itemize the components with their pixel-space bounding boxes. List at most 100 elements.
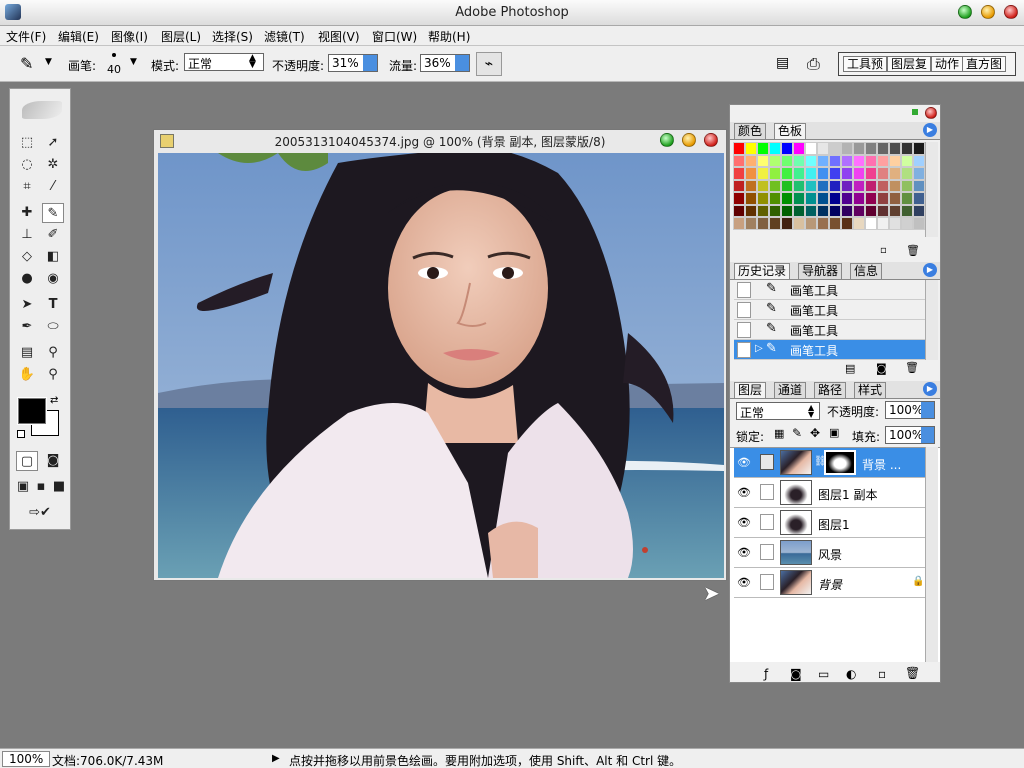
color-swatch[interactable]	[901, 142, 913, 155]
lock-transparency-icon[interactable]: ▦	[774, 427, 784, 440]
layer-row[interactable]: 👁 图层1 副本	[734, 478, 928, 508]
color-swatch[interactable]	[865, 154, 877, 167]
delete-swatch-icon[interactable]: 🗑	[906, 244, 920, 257]
close-button[interactable]	[1004, 5, 1018, 19]
hand-tool-icon[interactable]: ✋	[16, 365, 38, 385]
menu-filter[interactable]: 滤镜(T)	[264, 28, 305, 45]
adjustment-layer-icon[interactable]: ◐	[846, 667, 856, 681]
color-swatch[interactable]	[805, 154, 817, 167]
menu-help[interactable]: 帮助(H)	[428, 28, 470, 45]
color-swatch[interactable]	[733, 142, 745, 155]
color-swatch[interactable]	[853, 167, 865, 180]
tab-navigator[interactable]: 导航器	[798, 263, 843, 279]
color-swatch[interactable]	[793, 179, 805, 192]
palette-well-icon[interactable]: ▤	[776, 55, 789, 71]
color-swatch[interactable]	[805, 204, 817, 217]
layer-row[interactable]: 👁 图层1	[734, 508, 928, 538]
tab-history[interactable]: 历史记录	[734, 263, 791, 279]
layer-row[interactable]: 👁 风景	[734, 538, 928, 568]
maximize-button[interactable]	[958, 5, 972, 19]
color-swatch[interactable]	[865, 142, 877, 155]
layer-thumbnail[interactable]	[780, 510, 812, 535]
color-swatch[interactable]	[901, 179, 913, 192]
color-swatch[interactable]	[817, 179, 829, 192]
color-swatch[interactable]	[853, 204, 865, 217]
doc-minimize-button[interactable]	[682, 133, 696, 147]
color-swatch[interactable]	[769, 142, 781, 155]
eye-icon[interactable]: 👁	[737, 456, 751, 469]
pen-tool-icon[interactable]: ✒	[16, 317, 38, 337]
opacity-slider-icon[interactable]	[363, 55, 377, 71]
color-swatch[interactable]	[877, 192, 889, 205]
layer-thumbnail[interactable]	[780, 570, 812, 595]
color-swatch[interactable]	[853, 192, 865, 205]
tab-channels[interactable]: 通道	[774, 382, 807, 398]
color-swatch[interactable]	[805, 192, 817, 205]
tool-preset-brush-icon[interactable]: ✎	[20, 54, 33, 73]
color-swatch[interactable]	[889, 167, 901, 180]
color-swatch[interactable]	[841, 167, 853, 180]
color-swatch[interactable]	[841, 142, 853, 155]
color-swatch[interactable]	[745, 154, 757, 167]
panel-collapse-icon[interactable]	[912, 109, 918, 115]
color-swatch[interactable]	[901, 167, 913, 180]
color-swatch[interactable]	[793, 204, 805, 217]
blend-mode-stepper-icon[interactable]: ▲ ▼	[808, 404, 814, 419]
history-menu-icon[interactable]: ▶	[923, 263, 937, 277]
color-swatch[interactable]	[865, 167, 877, 180]
lock-image-icon[interactable]: ✎	[792, 426, 802, 440]
layer-thumbnail[interactable]	[780, 450, 812, 475]
color-swatch[interactable]	[829, 204, 841, 217]
gradient-tool-icon[interactable]: ◧	[42, 247, 64, 267]
color-swatch[interactable]	[769, 217, 781, 230]
color-swatch[interactable]	[781, 179, 793, 192]
color-swatch[interactable]	[781, 154, 793, 167]
delete-layer-icon[interactable]: 🗑	[905, 666, 920, 680]
color-swatch[interactable]	[757, 217, 769, 230]
lock-all-icon[interactable]: ▣	[829, 426, 839, 439]
swap-colors-icon[interactable]: ⇄	[50, 395, 58, 406]
color-swatch[interactable]	[757, 154, 769, 167]
color-swatch[interactable]	[901, 192, 913, 205]
jump-to-imageready-icon[interactable]: ⇨✔	[16, 503, 64, 523]
color-swatch[interactable]	[889, 142, 901, 155]
eye-icon[interactable]: 👁	[737, 486, 751, 499]
layer-row[interactable]: 👁 背景 🔒	[734, 568, 928, 598]
type-tool-icon[interactable]: T	[42, 295, 64, 315]
color-swatch[interactable]	[733, 204, 745, 217]
menu-edit[interactable]: 编辑(E)	[58, 28, 99, 45]
history-item-selected[interactable]: ▷ ✎ 画笔工具	[734, 340, 928, 360]
color-swatch[interactable]	[889, 204, 901, 217]
color-swatch[interactable]	[805, 167, 817, 180]
well-tab-tool-presets[interactable]: 工具预	[843, 56, 888, 72]
color-swatch[interactable]	[877, 217, 889, 230]
color-swatch[interactable]	[793, 192, 805, 205]
color-swatch[interactable]	[841, 192, 853, 205]
color-swatch[interactable]	[769, 192, 781, 205]
color-swatch[interactable]	[877, 142, 889, 155]
tab-info[interactable]: 信息	[850, 263, 883, 279]
color-swatch[interactable]	[829, 192, 841, 205]
color-swatch[interactable]	[877, 154, 889, 167]
move-tool-icon[interactable]: ➚	[42, 133, 64, 153]
color-swatch[interactable]	[817, 204, 829, 217]
tab-color[interactable]: 颜色	[734, 123, 767, 139]
layer-link-box[interactable]	[760, 484, 774, 500]
doc-size[interactable]: 文档:706.0K/7.43M	[52, 752, 163, 768]
slice-tool-icon[interactable]: ⁄	[42, 177, 64, 197]
color-swatch[interactable]	[817, 142, 829, 155]
color-swatch[interactable]	[769, 154, 781, 167]
color-swatch[interactable]	[853, 142, 865, 155]
color-swatch[interactable]	[781, 192, 793, 205]
color-swatch[interactable]	[901, 217, 913, 230]
history-item[interactable]: ✎ 画笔工具	[734, 300, 928, 320]
color-swatch[interactable]	[757, 142, 769, 155]
color-swatch[interactable]	[817, 154, 829, 167]
color-swatch[interactable]	[733, 217, 745, 230]
color-swatch[interactable]	[793, 142, 805, 155]
panel-close-button[interactable]	[925, 107, 937, 119]
document-window[interactable]: 2005313104045374.jpg @ 100% (背景 副本, 图层蒙版…	[153, 129, 727, 581]
well-tab-histogram[interactable]: 直方图	[962, 56, 1007, 72]
zoom-tool-icon[interactable]: ⚲	[42, 365, 64, 385]
magic-wand-tool-icon[interactable]: ✲	[42, 155, 64, 175]
